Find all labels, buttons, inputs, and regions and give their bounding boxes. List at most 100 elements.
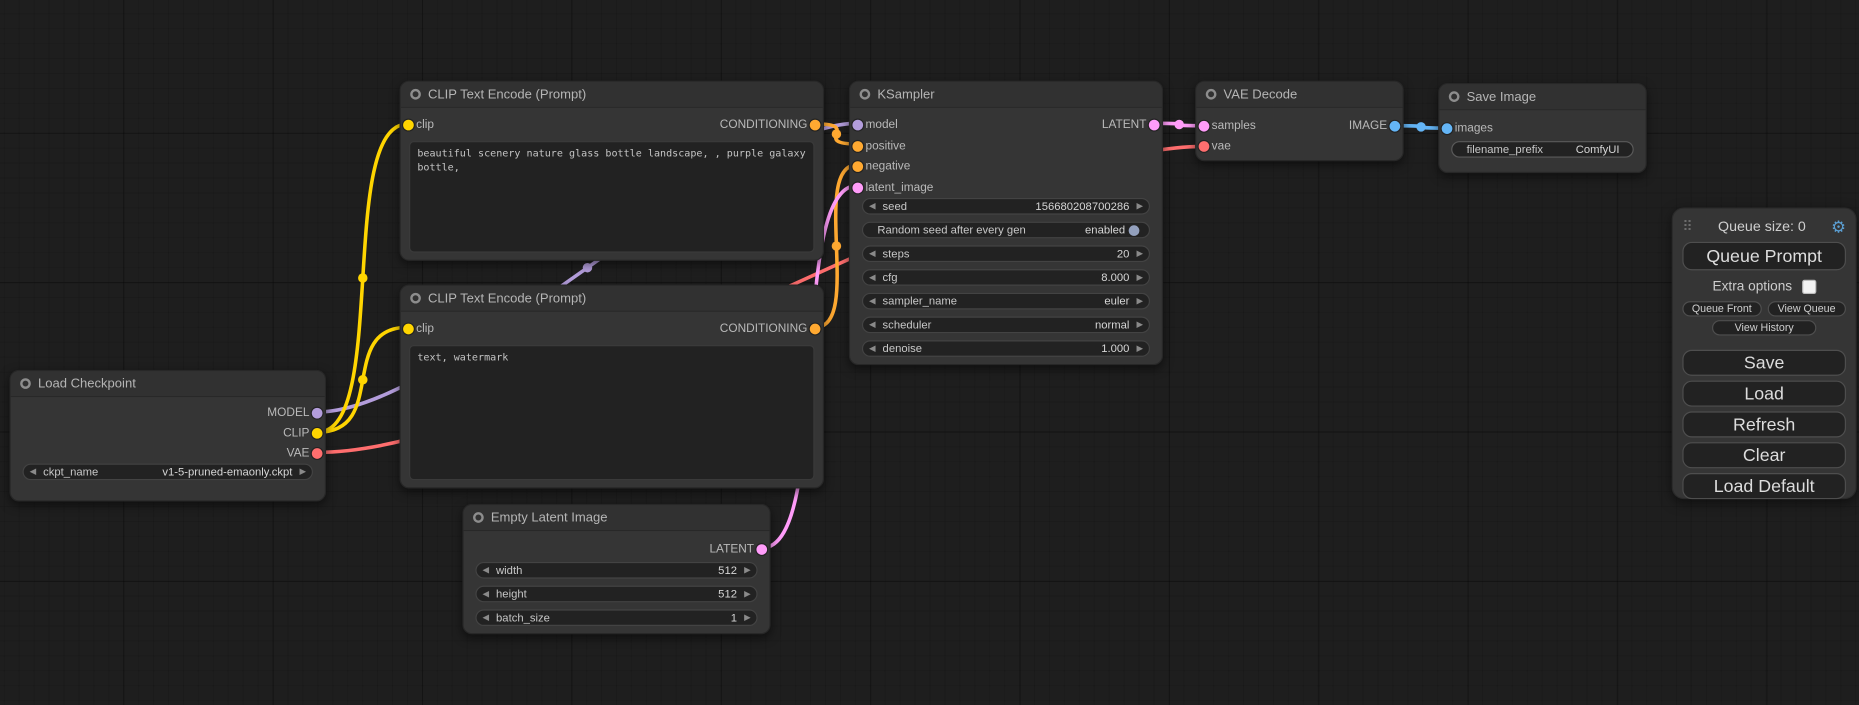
input-dot-latent-image[interactable] — [852, 182, 863, 193]
output-dot-clip[interactable] — [312, 428, 323, 439]
view-queue-button[interactable]: View Queue — [1767, 301, 1846, 316]
collapse-dot-icon[interactable] — [20, 378, 31, 389]
node-titlebar[interactable]: Save Image — [1439, 84, 1645, 110]
input-slot-positive[interactable]: positive — [850, 136, 1162, 157]
widget-denoise[interactable]: ◀ denoise 1.000 ▶ — [862, 340, 1150, 357]
widget-label: scheduler — [883, 318, 932, 331]
widget-value: 1 — [731, 611, 737, 624]
node-empty-latent-image[interactable]: Empty Latent Image LATENT ◀ width 512 ▶ … — [462, 504, 770, 634]
input-dot-positive[interactable] — [852, 141, 863, 152]
decrement-arrow-icon[interactable]: ◀ — [869, 321, 875, 329]
output-slot-latent[interactable]: LATENT — [464, 539, 770, 559]
input-slot-negative[interactable]: negative — [850, 156, 1162, 177]
input-dot-clip[interactable] — [403, 120, 414, 131]
input-dot-vae[interactable] — [1199, 141, 1210, 152]
queue-front-button[interactable]: Queue Front — [1682, 301, 1761, 316]
increment-arrow-icon[interactable]: ▶ — [1137, 202, 1143, 210]
input-slot-latent-image[interactable]: latent_image — [850, 177, 1162, 198]
node-load-checkpoint[interactable]: Load Checkpoint MODEL CLIP VAE ◀ ckpt_na… — [9, 370, 326, 502]
widget-ckpt-name[interactable]: ◀ ckpt_name v1-5-pruned-emaonly.ckpt ▶ — [23, 464, 313, 481]
increment-arrow-icon[interactable]: ▶ — [1137, 273, 1143, 281]
increment-arrow-icon[interactable]: ▶ — [299, 468, 305, 476]
node-clip-text-encode-negative[interactable]: CLIP Text Encode (Prompt) clip CONDITION… — [400, 285, 824, 489]
input-dot-clip[interactable] — [403, 324, 414, 335]
output-dot-image[interactable] — [1390, 121, 1401, 132]
widget-height[interactable]: ◀ height 512 ▶ — [475, 586, 757, 603]
link-midpoint-dot — [358, 375, 367, 384]
node-title: KSampler — [877, 87, 934, 101]
output-slot-clip[interactable]: CLIP — [11, 423, 325, 443]
toggle-knob-icon[interactable] — [1129, 225, 1140, 236]
collapse-dot-icon[interactable] — [410, 89, 421, 100]
node-titlebar[interactable]: VAE Decode — [1196, 82, 1402, 108]
widget-scheduler[interactable]: ◀ scheduler normal ▶ — [862, 317, 1150, 334]
input-slot-vae[interactable]: vae — [1196, 136, 1402, 156]
input-dot-images[interactable] — [1442, 123, 1453, 134]
output-dot-conditioning[interactable] — [810, 324, 821, 335]
queue-prompt-button[interactable]: Queue Prompt — [1682, 242, 1846, 270]
increment-arrow-icon[interactable]: ▶ — [1137, 321, 1143, 329]
decrement-arrow-icon[interactable]: ◀ — [483, 566, 489, 574]
load-button[interactable]: Load — [1682, 381, 1846, 407]
output-slot-model[interactable]: MODEL — [11, 403, 325, 423]
node-titlebar[interactable]: KSampler — [850, 82, 1162, 108]
collapse-dot-icon[interactable] — [473, 512, 484, 523]
increment-arrow-icon[interactable]: ▶ — [1137, 344, 1143, 352]
prompt-textarea[interactable]: beautiful scenery nature glass bottle la… — [409, 141, 814, 252]
decrement-arrow-icon[interactable]: ◀ — [869, 297, 875, 305]
slot-row: samples IMAGE — [1196, 116, 1402, 136]
widget-seed[interactable]: ◀ seed 156680208700286 ▶ — [862, 198, 1150, 215]
input-slot-images[interactable]: images — [1439, 119, 1645, 139]
node-titlebar[interactable]: Load Checkpoint — [11, 371, 325, 397]
decrement-arrow-icon[interactable]: ◀ — [869, 273, 875, 281]
node-titlebar[interactable]: CLIP Text Encode (Prompt) — [401, 82, 823, 108]
widget-steps[interactable]: ◀ steps 20 ▶ — [862, 245, 1150, 262]
collapse-dot-icon[interactable] — [860, 89, 871, 100]
increment-arrow-icon[interactable]: ▶ — [1137, 250, 1143, 258]
collapse-dot-icon[interactable] — [1206, 89, 1217, 100]
widget-filename-prefix[interactable]: filename_prefix ComfyUI — [1451, 141, 1634, 158]
decrement-arrow-icon[interactable]: ◀ — [869, 202, 875, 210]
decrement-arrow-icon[interactable]: ◀ — [869, 250, 875, 258]
widget-sampler-name[interactable]: ◀ sampler_name euler ▶ — [862, 293, 1150, 310]
increment-arrow-icon[interactable]: ▶ — [744, 590, 750, 598]
widget-cfg[interactable]: ◀ cfg 8.000 ▶ — [862, 269, 1150, 286]
node-save-image[interactable]: Save Image images filename_prefix ComfyU… — [1438, 83, 1647, 173]
decrement-arrow-icon[interactable]: ◀ — [483, 590, 489, 598]
decrement-arrow-icon[interactable]: ◀ — [483, 614, 489, 622]
clear-button[interactable]: Clear — [1682, 442, 1846, 468]
widget-width[interactable]: ◀ width 512 ▶ — [475, 562, 757, 579]
output-dot-model[interactable] — [312, 408, 323, 419]
refresh-button[interactable]: Refresh — [1682, 411, 1846, 437]
node-titlebar[interactable]: CLIP Text Encode (Prompt) — [401, 286, 823, 312]
decrement-arrow-icon[interactable]: ◀ — [869, 344, 875, 352]
prompt-textarea[interactable]: text, watermark — [409, 345, 814, 480]
load-default-button[interactable]: Load Default — [1682, 473, 1846, 499]
collapse-dot-icon[interactable] — [1449, 91, 1460, 102]
node-vae-decode[interactable]: VAE Decode samples IMAGE vae — [1195, 81, 1404, 162]
increment-arrow-icon[interactable]: ▶ — [744, 614, 750, 622]
input-dot-negative[interactable] — [852, 162, 863, 173]
input-dot-samples[interactable] — [1199, 121, 1210, 132]
increment-arrow-icon[interactable]: ▶ — [1137, 297, 1143, 305]
view-history-button[interactable]: View History — [1712, 320, 1817, 335]
output-slot-vae[interactable]: VAE — [11, 443, 325, 463]
output-dot-vae[interactable] — [312, 448, 323, 459]
graph-canvas[interactable]: Load Checkpoint MODEL CLIP VAE ◀ ckpt_na… — [0, 0, 1859, 705]
drag-handle-icon[interactable]: ⠿ — [1682, 218, 1692, 235]
node-ksampler[interactable]: KSampler model LATENT positive negative … — [849, 81, 1163, 366]
widget-random-seed-toggle[interactable]: Random seed after every gen enabled — [862, 222, 1150, 239]
node-titlebar[interactable]: Empty Latent Image — [464, 505, 770, 531]
settings-gear-icon[interactable]: ⚙ — [1831, 216, 1846, 236]
save-button[interactable]: Save — [1682, 350, 1846, 376]
widget-batch-size[interactable]: ◀ batch_size 1 ▶ — [475, 609, 757, 626]
output-dot-latent[interactable] — [756, 544, 767, 555]
increment-arrow-icon[interactable]: ▶ — [744, 566, 750, 574]
output-dot-conditioning[interactable] — [810, 120, 821, 131]
input-dot-model[interactable] — [852, 120, 863, 131]
node-clip-text-encode-positive[interactable]: CLIP Text Encode (Prompt) clip CONDITION… — [400, 81, 824, 261]
decrement-arrow-icon[interactable]: ◀ — [30, 468, 36, 476]
extra-options-checkbox[interactable] — [1802, 280, 1816, 294]
collapse-dot-icon[interactable] — [410, 293, 421, 304]
output-dot-latent[interactable] — [1149, 120, 1160, 131]
